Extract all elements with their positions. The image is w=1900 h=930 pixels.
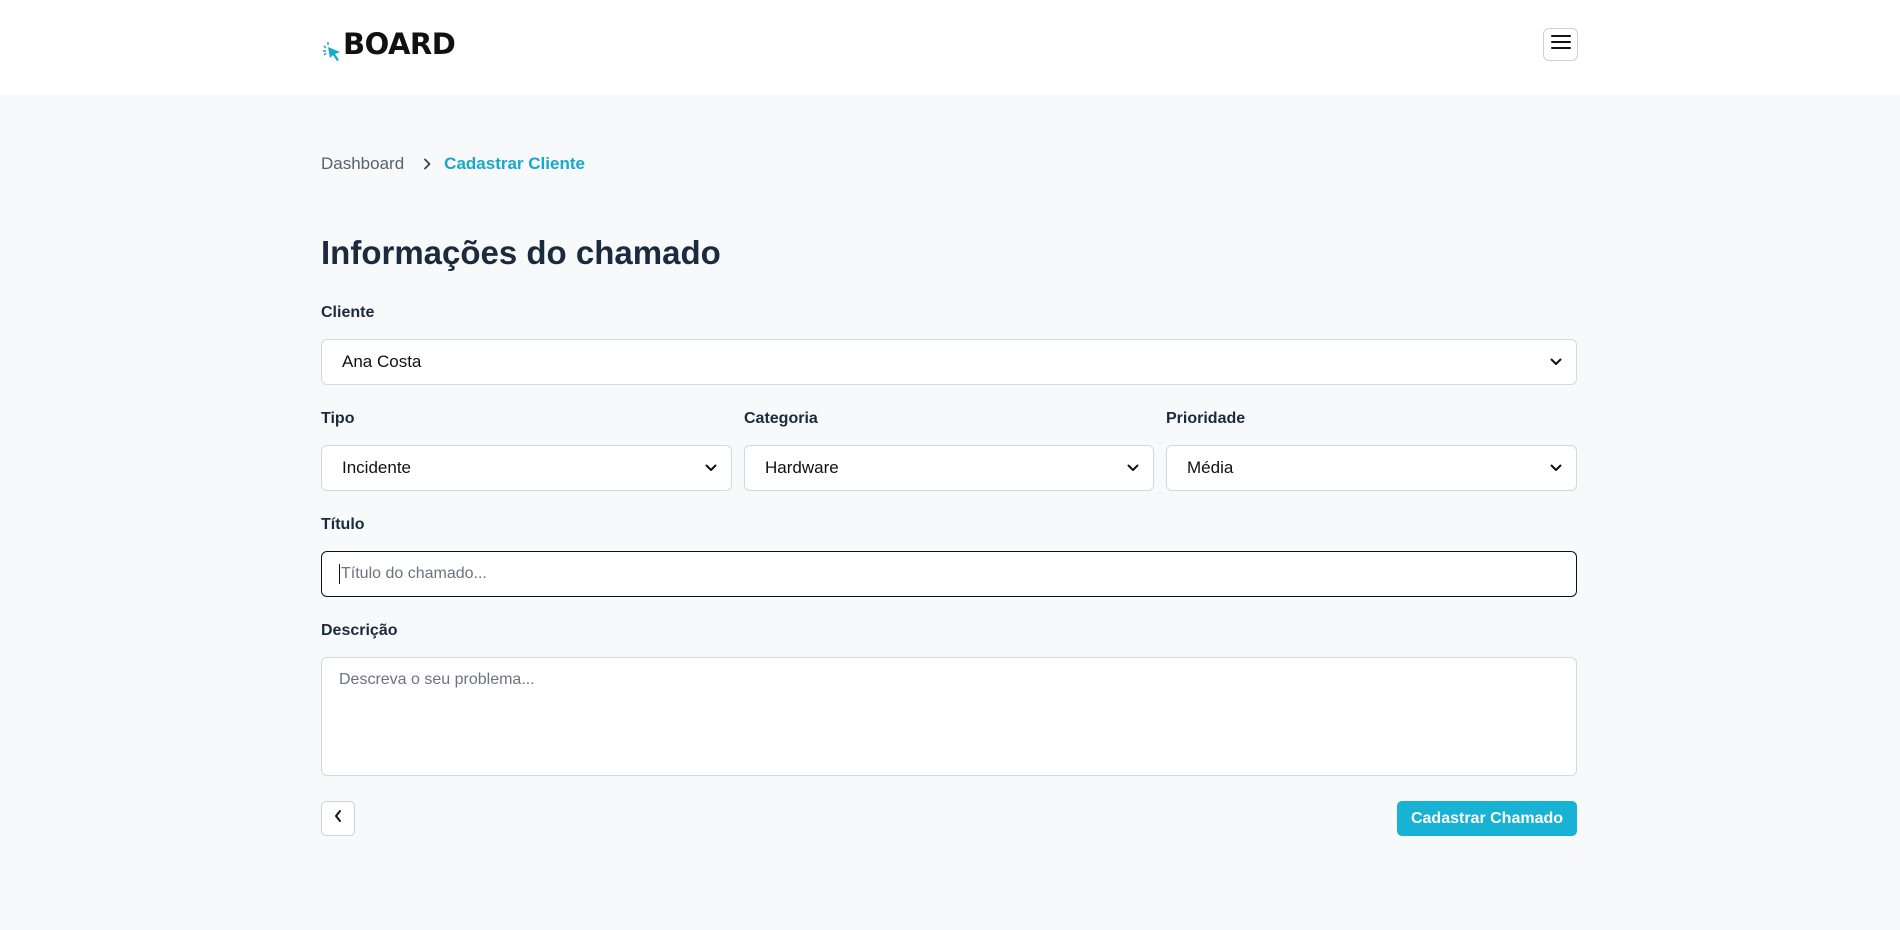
cliente-label: Cliente <box>321 304 375 321</box>
titulo-input[interactable]: Título do chamado... <box>321 551 1577 597</box>
descricao-textarea[interactable]: Descreva o seu problema... <box>321 657 1577 776</box>
categoria-select-value: Hardware <box>765 458 839 477</box>
prioridade-select[interactable]: Média <box>1166 445 1577 491</box>
breadcrumb-current[interactable]: Cadastrar Cliente <box>444 154 585 174</box>
chevron-down-icon <box>1550 462 1562 474</box>
categoria-label: Categoria <box>744 410 818 427</box>
tipo-select[interactable]: Incidente <box>321 445 732 491</box>
text-caret <box>339 564 340 584</box>
breadcrumb-dashboard-link[interactable]: Dashboard <box>321 154 404 174</box>
titulo-input-placeholder: Título do chamado... <box>341 565 487 582</box>
menu-toggle-button[interactable] <box>1543 28 1578 61</box>
cliente-select[interactable]: Ana Costa <box>321 339 1577 385</box>
prioridade-select-value: Média <box>1187 458 1234 477</box>
logo-text: BOARD <box>343 27 456 61</box>
tipo-select-value: Incidente <box>342 458 411 477</box>
prioridade-label: Prioridade <box>1166 410 1246 427</box>
hamburger-menu-icon <box>1550 34 1571 55</box>
titulo-label: Título <box>321 516 365 533</box>
breadcrumb: Dashboard Cadastrar Cliente <box>321 152 585 176</box>
descricao-label: Descrição <box>321 622 398 639</box>
chevron-down-icon <box>1550 356 1562 368</box>
chevron-down-icon <box>705 462 717 474</box>
cliente-select-value: Ana Costa <box>342 352 422 371</box>
categoria-select[interactable]: Hardware <box>744 445 1154 491</box>
page-title: Informações do chamado <box>321 234 721 271</box>
chevron-down-icon <box>1127 462 1139 474</box>
back-button[interactable] <box>321 801 355 836</box>
cadastrar-chamado-button[interactable]: Cadastrar Chamado <box>1397 801 1577 836</box>
app-logo[interactable]: BOARD <box>321 27 456 67</box>
descricao-textarea-placeholder: Descreva o seu problema... <box>339 671 535 688</box>
top-navbar: BOARD <box>0 0 1900 95</box>
cursor-click-icon <box>321 27 345 67</box>
chevron-right-icon <box>422 158 432 170</box>
tipo-label: Tipo <box>321 410 355 427</box>
chevron-left-icon <box>333 809 343 828</box>
